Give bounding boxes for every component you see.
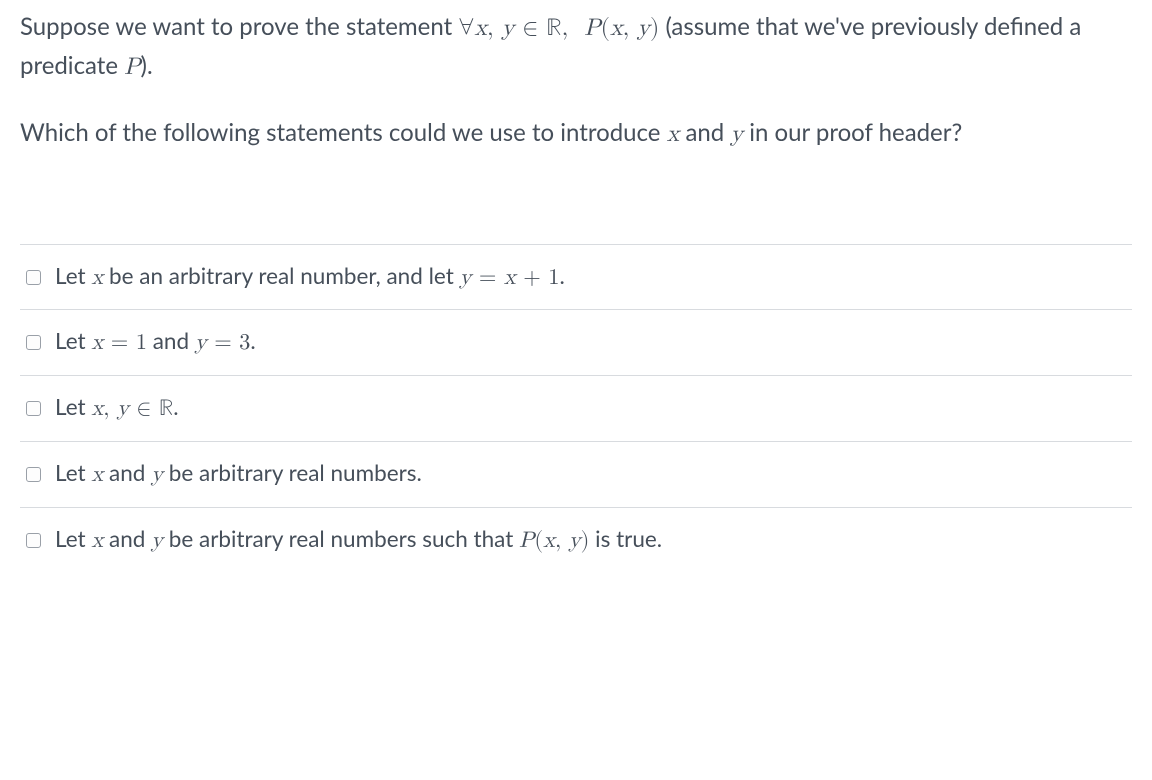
opt-text: Let (55, 327, 91, 354)
opt-text: . (250, 327, 255, 354)
option-row[interactable]: Let x, y ∈ ℝ. (20, 375, 1132, 441)
opt-text: and (103, 525, 151, 552)
opt-text: be arbitrary real numbers. (163, 459, 422, 486)
opt-math: y (151, 464, 163, 486)
opt-math: x (91, 530, 103, 552)
opt-math: y = 3 (195, 332, 251, 354)
option-row[interactable]: Let x and y be arbitrary real numbers. (20, 441, 1132, 507)
option-row[interactable]: Let x be an arbitrary real number, and l… (20, 244, 1132, 310)
opt-math: x, y ∈ ℝ (91, 398, 173, 420)
opt-math: P(x, y) (519, 530, 589, 552)
q-p1-m2: P (124, 55, 140, 79)
q-p1-pre: Suppose we want to prove the statement (20, 12, 458, 41)
opt-text: and (147, 327, 195, 354)
checkbox[interactable] (26, 401, 41, 416)
question-paragraph-2: Which of the following statements could … (20, 114, 1132, 153)
checkbox[interactable] (26, 270, 41, 285)
opt-math: x = 1 (91, 332, 147, 354)
checkbox[interactable] (26, 467, 41, 482)
q-p2-pre: Which of the following statements could … (20, 118, 667, 147)
option-label: Let x, y ∈ ℝ. (55, 390, 179, 427)
opt-text: is true. (589, 525, 662, 552)
option-label: Let x and y be arbitrary real numbers su… (55, 522, 662, 559)
opt-text: . (173, 393, 178, 420)
opt-text: Let (55, 262, 91, 289)
opt-text: and (103, 459, 151, 486)
q-p2-mid: and (679, 118, 730, 147)
options-list: Let x be an arbitrary real number, and l… (20, 244, 1132, 573)
option-label: Let x be an arbitrary real number, and l… (55, 259, 565, 296)
opt-text: . (559, 262, 564, 289)
question-text: Suppose we want to prove the statement ∀… (20, 8, 1132, 154)
q-p2-x: x (667, 122, 680, 146)
opt-math: x (91, 267, 103, 289)
opt-text: be arbitrary real numbers such that (163, 525, 519, 552)
opt-text: be an arbitrary real number, and let (103, 262, 459, 289)
opt-math: y = x + 1 (460, 267, 560, 289)
opt-text: Let (55, 459, 91, 486)
checkbox[interactable] (26, 533, 41, 548)
opt-math: x (91, 464, 103, 486)
checkbox[interactable] (26, 335, 41, 350)
q-p2-y: y (730, 122, 743, 146)
opt-text: Let (55, 393, 91, 420)
q-p2-post: in our proof header? (743, 118, 962, 147)
opt-text: Let (55, 525, 91, 552)
q-p1-end: ). (141, 51, 153, 80)
option-row[interactable]: Let x and y be arbitrary real numbers su… (20, 507, 1132, 573)
option-row[interactable]: Let x = 1 and y = 3. (20, 309, 1132, 375)
opt-math: y (151, 530, 163, 552)
option-label: Let x and y be arbitrary real numbers. (55, 456, 422, 493)
question-paragraph-1: Suppose we want to prove the statement ∀… (20, 8, 1132, 86)
option-label: Let x = 1 and y = 3. (55, 324, 256, 361)
